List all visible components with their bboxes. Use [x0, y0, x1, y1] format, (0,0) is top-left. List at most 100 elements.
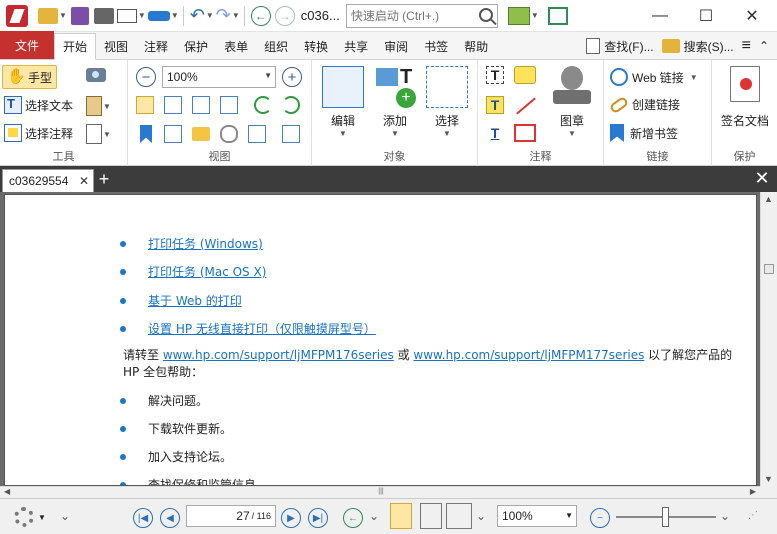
tab-review[interactable]: 审阅: [376, 33, 416, 59]
tab-view[interactable]: 视图: [96, 33, 136, 59]
rectangle-button[interactable]: [514, 124, 536, 142]
undo-button[interactable]: ↶ ▼: [190, 4, 214, 28]
support-link-176[interactable]: www.hp.com/support/ljMFPM176series: [163, 348, 394, 362]
add-objects-button[interactable]: T + 添加 ▼: [370, 66, 420, 138]
text-box-button[interactable]: T: [486, 96, 504, 114]
fit-width-button[interactable]: [192, 96, 210, 114]
vertical-scrollbar[interactable]: ▲ ▼: [760, 192, 777, 486]
tab-help[interactable]: 帮助: [456, 33, 496, 59]
properties-panel-icon[interactable]: [282, 125, 300, 143]
chevron-down-icon[interactable]: ▼: [38, 513, 46, 522]
find-button[interactable]: 查找(F)...: [586, 38, 654, 55]
support-link-177[interactable]: www.hp.com/support/ljMFPM177series: [413, 348, 644, 362]
maximize-button[interactable]: ☐: [683, 0, 729, 32]
chevron-double-down-icon[interactable]: ⌄: [369, 509, 379, 523]
forward-button[interactable]: →: [274, 5, 295, 26]
fullscreen-button[interactable]: [547, 4, 569, 28]
fit-visible-button[interactable]: [220, 96, 238, 114]
snapshot-button[interactable]: [86, 68, 106, 82]
tab-bookmark[interactable]: 书签: [416, 33, 456, 59]
last-page-button[interactable]: ▶|: [308, 508, 328, 528]
open-file-button[interactable]: ▼: [38, 4, 67, 28]
facing-pages-button[interactable]: [446, 503, 472, 529]
comments-panel-icon[interactable]: [192, 127, 210, 141]
tab-share[interactable]: 共享: [336, 33, 376, 59]
zoom-slider[interactable]: [616, 507, 716, 527]
stamp-button[interactable]: 图章 ▼: [548, 66, 596, 138]
attachments-panel-icon[interactable]: [220, 125, 238, 143]
sticky-note-button[interactable]: [514, 66, 536, 84]
quick-launch-search[interactable]: [345, 3, 498, 28]
back-button[interactable]: ←: [250, 5, 271, 26]
typewriter-button[interactable]: T: [486, 66, 504, 84]
print-button[interactable]: [93, 4, 115, 28]
underline-button[interactable]: T: [486, 124, 504, 142]
status-zoom-out-button[interactable]: −: [590, 508, 610, 528]
select-text-button[interactable]: 选择文本: [4, 96, 73, 114]
save-button[interactable]: [69, 4, 91, 28]
page-number-input[interactable]: 27 / 116: [186, 505, 276, 527]
zoom-out-button[interactable]: −: [136, 67, 156, 87]
create-link-button[interactable]: 创建链接: [608, 95, 680, 114]
tab-organize[interactable]: 组织: [256, 33, 296, 59]
zoom-select[interactable]: 100% ▼: [162, 66, 276, 88]
link-web-print[interactable]: 基于 Web 的打印: [148, 292, 242, 309]
tab-convert[interactable]: 转换: [296, 33, 336, 59]
chevron-double-down-icon[interactable]: ⌄: [476, 509, 486, 523]
options-button[interactable]: ▼: [507, 4, 539, 28]
document-tab[interactable]: c03629554 ✕: [2, 169, 94, 192]
quick-launch-input[interactable]: [350, 8, 471, 23]
bookmarks-panel-icon[interactable]: [140, 125, 152, 143]
close-button[interactable]: ✕: [729, 0, 775, 32]
scan-button[interactable]: ▼: [147, 4, 179, 28]
layers-panel-icon[interactable]: [248, 125, 266, 143]
fit-page-button[interactable]: [164, 96, 182, 114]
new-tab-button[interactable]: +: [96, 168, 112, 190]
search-icon[interactable]: [478, 7, 493, 22]
sign-document-button[interactable]: 签名文档: [716, 66, 774, 129]
arrow-button[interactable]: [514, 96, 536, 115]
continuous-page-button[interactable]: [420, 503, 442, 529]
link-wireless-direct[interactable]: 设置 HP 无线直接打印（仅限触摸屏型号）: [148, 320, 376, 337]
resize-grip-icon[interactable]: ⋰: [748, 507, 764, 523]
email-button[interactable]: ▼: [116, 4, 146, 28]
tab-protect[interactable]: 保护: [176, 33, 216, 59]
single-page-button[interactable]: [390, 503, 412, 529]
status-zoom-select[interactable]: 100% ▼: [497, 505, 577, 527]
select-annotation-button[interactable]: 选择注释: [4, 124, 73, 142]
chevron-double-down-icon[interactable]: ⌄: [720, 509, 730, 523]
gear-icon[interactable]: [14, 507, 34, 527]
close-tab-icon[interactable]: ✕: [79, 174, 89, 188]
clipboard-button[interactable]: ▼: [86, 96, 111, 116]
scroll-thumb[interactable]: |||: [376, 488, 386, 497]
prev-page-button[interactable]: ◀: [160, 508, 180, 528]
web-link-button[interactable]: Web 链接 ▼: [610, 68, 698, 86]
tab-home[interactable]: 开始: [54, 33, 97, 60]
select-objects-button[interactable]: 选择 ▼: [422, 66, 472, 138]
scroll-down-icon[interactable]: ▼: [764, 474, 773, 484]
rotate-left-button[interactable]: [254, 96, 272, 114]
previous-view-button[interactable]: ←: [343, 508, 363, 528]
next-page-button[interactable]: ▶: [281, 508, 301, 528]
link-print-windows[interactable]: 打印任务 (Windows): [148, 235, 263, 252]
first-page-button[interactable]: |◀: [133, 508, 153, 528]
scroll-up-icon[interactable]: ▲: [764, 194, 773, 204]
link-print-mac[interactable]: 打印任务 (Mac OS X): [148, 263, 266, 280]
tab-file[interactable]: 文件: [0, 31, 54, 59]
horizontal-scrollbar[interactable]: ◀ ||| ▶: [0, 486, 760, 498]
chevron-double-down-icon[interactable]: ⌄: [60, 509, 70, 523]
scroll-thumb[interactable]: [764, 264, 774, 274]
search-button[interactable]: 搜索(S)...: [661, 38, 734, 55]
format-button[interactable]: ▼: [86, 124, 111, 144]
add-bookmark-button[interactable]: 新增书签: [610, 124, 678, 142]
close-document-button[interactable]: ✕: [751, 167, 773, 189]
edit-objects-button[interactable]: 编辑 ▼: [318, 66, 368, 138]
zoom-in-button[interactable]: +: [282, 67, 302, 87]
collapse-ribbon-button[interactable]: ⌃: [759, 39, 769, 53]
scroll-left-icon[interactable]: ◀: [4, 487, 10, 496]
scroll-right-icon[interactable]: ▶: [750, 487, 756, 496]
zoom-slider-knob[interactable]: [662, 507, 669, 527]
rotate-right-button[interactable]: [282, 96, 300, 114]
menu-button[interactable]: ≡: [742, 37, 751, 55]
redo-button[interactable]: ↷ ▼: [216, 4, 240, 28]
